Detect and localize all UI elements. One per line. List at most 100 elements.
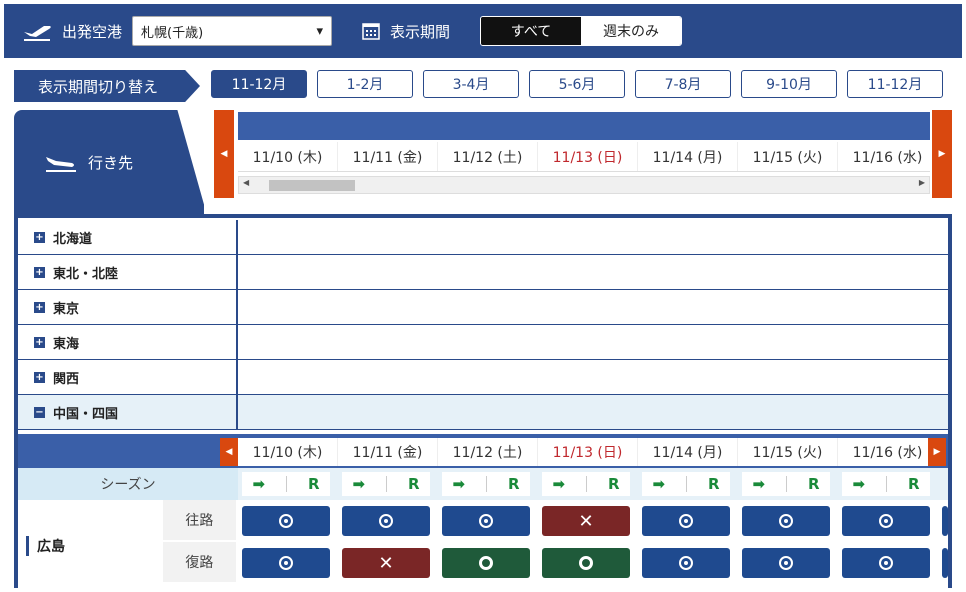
period-tab[interactable]: 7-8月	[635, 70, 731, 98]
return-avail-button[interactable]	[842, 548, 930, 578]
outbound-none-button[interactable]: ✕	[542, 506, 630, 536]
region-row-kansai[interactable]: + 関西	[18, 360, 948, 395]
city-block-hiroshima: 広島 往路 復路 ✕ ✕	[18, 500, 948, 592]
period-all-button[interactable]: すべて	[481, 17, 582, 45]
date-cell: 11/14 (月)	[638, 438, 738, 466]
outbound-avail-button[interactable]	[642, 506, 730, 536]
date-cell: 11/16 (水)	[838, 438, 928, 466]
sub-date-header: ◀ 11/10 (木) 11/11 (金) 11/12 (土) 11/13 (日…	[18, 434, 948, 468]
return-label: 復路	[162, 542, 236, 584]
season-cell: ➡ R	[642, 472, 730, 496]
return-ok-button[interactable]	[542, 548, 630, 578]
available-icon	[779, 514, 793, 528]
unavailable-x-icon: ✕	[378, 552, 394, 574]
city-name: 広島	[18, 500, 163, 592]
region-row-chugoku[interactable]: − 中国・四国	[18, 395, 948, 430]
scrollbar-thumb[interactable]	[269, 180, 355, 191]
chevron-down-icon: ▾	[316, 23, 324, 39]
period-tab[interactable]: 3-4月	[423, 70, 519, 98]
period-weekend-button[interactable]: 週末のみ	[581, 17, 682, 45]
arrow-right-icon: ➡	[252, 475, 266, 493]
region-label: 北海道	[53, 231, 93, 247]
arrow-right-icon: ➡	[352, 475, 366, 493]
period-switch: 表示期間切り替え 11-12月 1-2月 3-4月 5-6月 7-8月 9-10…	[14, 70, 943, 102]
airplane-takeoff-icon	[24, 26, 51, 41]
scroll-right-icon[interactable]: ▶	[919, 178, 925, 187]
destination-label: 行き先	[88, 154, 134, 172]
chevron-right-icon: ▶	[938, 149, 946, 159]
available-icon	[679, 556, 693, 570]
region-label: 東京	[53, 301, 80, 317]
period-label: 表示期間	[390, 22, 451, 41]
period-tab[interactable]: 11-12月	[211, 70, 307, 98]
available-icon	[479, 514, 493, 528]
return-avail-button[interactable]	[242, 548, 330, 578]
return-none-button[interactable]: ✕	[342, 548, 430, 578]
season-r: R	[407, 475, 420, 493]
expand-plus-icon: +	[34, 231, 45, 243]
outbound-avail-button[interactable]	[342, 506, 430, 536]
region-row-tokai[interactable]: + 東海	[18, 325, 948, 360]
season-cell: ➡ R	[542, 472, 630, 496]
date-header-bar	[238, 112, 930, 140]
calendar-icon	[362, 23, 380, 40]
available-icon	[279, 556, 293, 570]
date-cell: 11/15 (火)	[738, 438, 838, 466]
horizontal-scrollbar[interactable]: ◀ ▶	[238, 176, 930, 194]
sub-prev-button[interactable]: ◀	[220, 438, 238, 466]
outbound-avail-button[interactable]	[742, 506, 830, 536]
available-icon	[879, 556, 893, 570]
period-tab[interactable]: 9-10月	[741, 70, 837, 98]
region-row-tokyo[interactable]: + 東京	[18, 290, 948, 325]
season-cell: ➡ R	[842, 472, 930, 496]
period-tab[interactable]: 11-12月	[847, 70, 943, 98]
return-row: ✕	[242, 542, 948, 584]
date-cell: 11/10 (木)	[238, 438, 338, 466]
expand-plus-icon: +	[34, 266, 45, 278]
region-row-tohoku[interactable]: + 東北・北陸	[18, 255, 948, 290]
season-cell: ➡ R	[742, 472, 830, 496]
period-tab[interactable]: 5-6月	[529, 70, 625, 98]
period-switch-label: 表示期間切り替え	[14, 70, 200, 102]
available-icon	[679, 514, 693, 528]
outbound-row: ✕	[242, 500, 948, 542]
region-label: 東北・北陸	[53, 266, 119, 282]
header-bar: 出発空港 札幌(千歳) ▾ 表示期間 すべて 週末のみ	[4, 4, 962, 58]
arrow-right-icon: ➡	[652, 475, 666, 493]
circle-icon	[479, 556, 493, 570]
region-row-hokkaido[interactable]: + 北海道	[18, 220, 948, 255]
season-r: R	[807, 475, 820, 493]
season-r: R	[907, 475, 920, 493]
date-cell: 11/10 (木)	[238, 142, 338, 171]
region-label: 中国・四国	[53, 406, 119, 422]
next-dates-button[interactable]: ▶	[932, 110, 952, 198]
arrow-right-icon: ➡	[752, 475, 766, 493]
airport-select-value: 札幌(千歳)	[141, 25, 204, 41]
outbound-avail-button[interactable]	[842, 506, 930, 536]
season-r: R	[307, 475, 320, 493]
arrow-right-icon: ➡	[552, 475, 566, 493]
airplane-landing-icon	[46, 156, 76, 172]
date-cell: 11/12 (土)	[438, 438, 538, 466]
airport-select[interactable]: 札幌(千歳) ▾	[132, 16, 333, 46]
return-ok-button[interactable]	[442, 548, 530, 578]
sub-next-button[interactable]: ▶	[928, 438, 946, 466]
expand-plus-icon: +	[34, 301, 45, 313]
destination-header: 行き先	[14, 110, 204, 215]
outbound-avail-button[interactable]	[242, 506, 330, 536]
outbound-avail-button[interactable]	[442, 506, 530, 536]
available-icon	[279, 514, 293, 528]
date-cell: 11/12 (土)	[438, 142, 538, 171]
expand-plus-icon: +	[34, 371, 45, 383]
season-r: R	[707, 475, 720, 493]
period-tab[interactable]: 1-2月	[317, 70, 413, 98]
return-avail-button[interactable]	[742, 548, 830, 578]
date-cell: 11/11 (金)	[338, 438, 438, 466]
scroll-left-icon[interactable]: ◀	[243, 178, 249, 187]
available-icon	[879, 514, 893, 528]
return-overflow-cell	[942, 548, 948, 578]
return-avail-button[interactable]	[642, 548, 730, 578]
prev-dates-button[interactable]: ◀	[214, 110, 234, 198]
period-toggle: すべて 週末のみ	[480, 16, 683, 46]
outbound-label: 往路	[162, 500, 236, 542]
